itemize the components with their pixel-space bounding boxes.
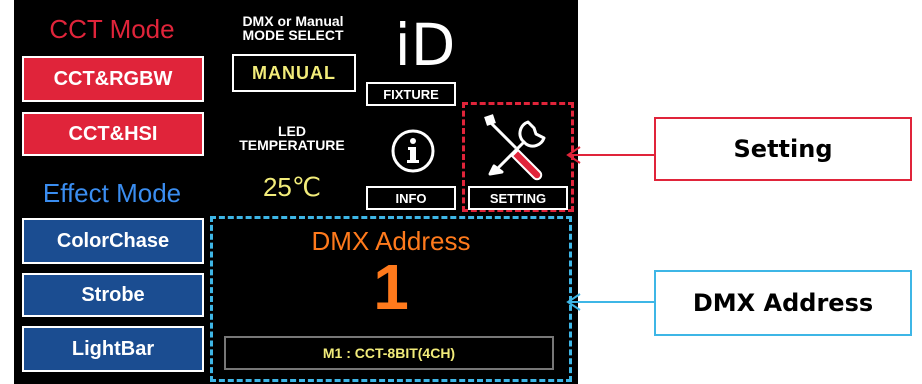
lightbar-button[interactable]: LightBar <box>22 326 204 372</box>
dmx-address-callout: DMX Address <box>654 270 912 336</box>
led-temperature-value: 25℃ <box>262 172 322 202</box>
mode-select-value[interactable]: MANUAL <box>232 54 356 92</box>
led-temperature-label-line1: LED <box>278 123 306 139</box>
mode-select-label-line1: DMX or Manual <box>242 13 344 29</box>
info-icon <box>391 129 435 173</box>
led-temperature-label-line2: TEMPERATURE <box>239 137 345 153</box>
cct-rgbw-button[interactable]: CCT&RGBW <box>22 56 204 102</box>
dmx-arrow <box>566 293 655 311</box>
cct-hsi-button[interactable]: CCT&HSI <box>22 112 204 156</box>
setting-button[interactable]: SETTING <box>468 186 568 210</box>
fixture-id-icon: iD <box>394 11 456 79</box>
device-screen: CCT Mode CCT&RGBW CCT&HSI Effect Mode Co… <box>14 0 578 384</box>
mode-select-label: DMX or Manual MODE SELECT <box>220 14 366 42</box>
led-temperature-label: LED TEMPERATURE <box>218 124 366 152</box>
tools-icon <box>484 114 546 181</box>
callout-arrows <box>566 146 655 311</box>
fixture-button[interactable]: FIXTURE <box>366 82 456 106</box>
dmx-address-value[interactable]: 1 <box>210 250 572 324</box>
strobe-button[interactable]: Strobe <box>22 273 204 317</box>
info-button[interactable]: INFO <box>366 186 456 210</box>
effect-mode-title: Effect Mode <box>42 178 182 208</box>
dmx-mode-field[interactable]: M1 : CCT-8BIT(4CH) <box>224 336 554 370</box>
mode-select-label-line2: MODE SELECT <box>242 27 344 43</box>
cct-mode-title: CCT Mode <box>49 14 175 44</box>
setting-arrow <box>566 146 655 164</box>
setting-callout: Setting <box>654 117 912 181</box>
colorchase-button[interactable]: ColorChase <box>22 218 204 264</box>
